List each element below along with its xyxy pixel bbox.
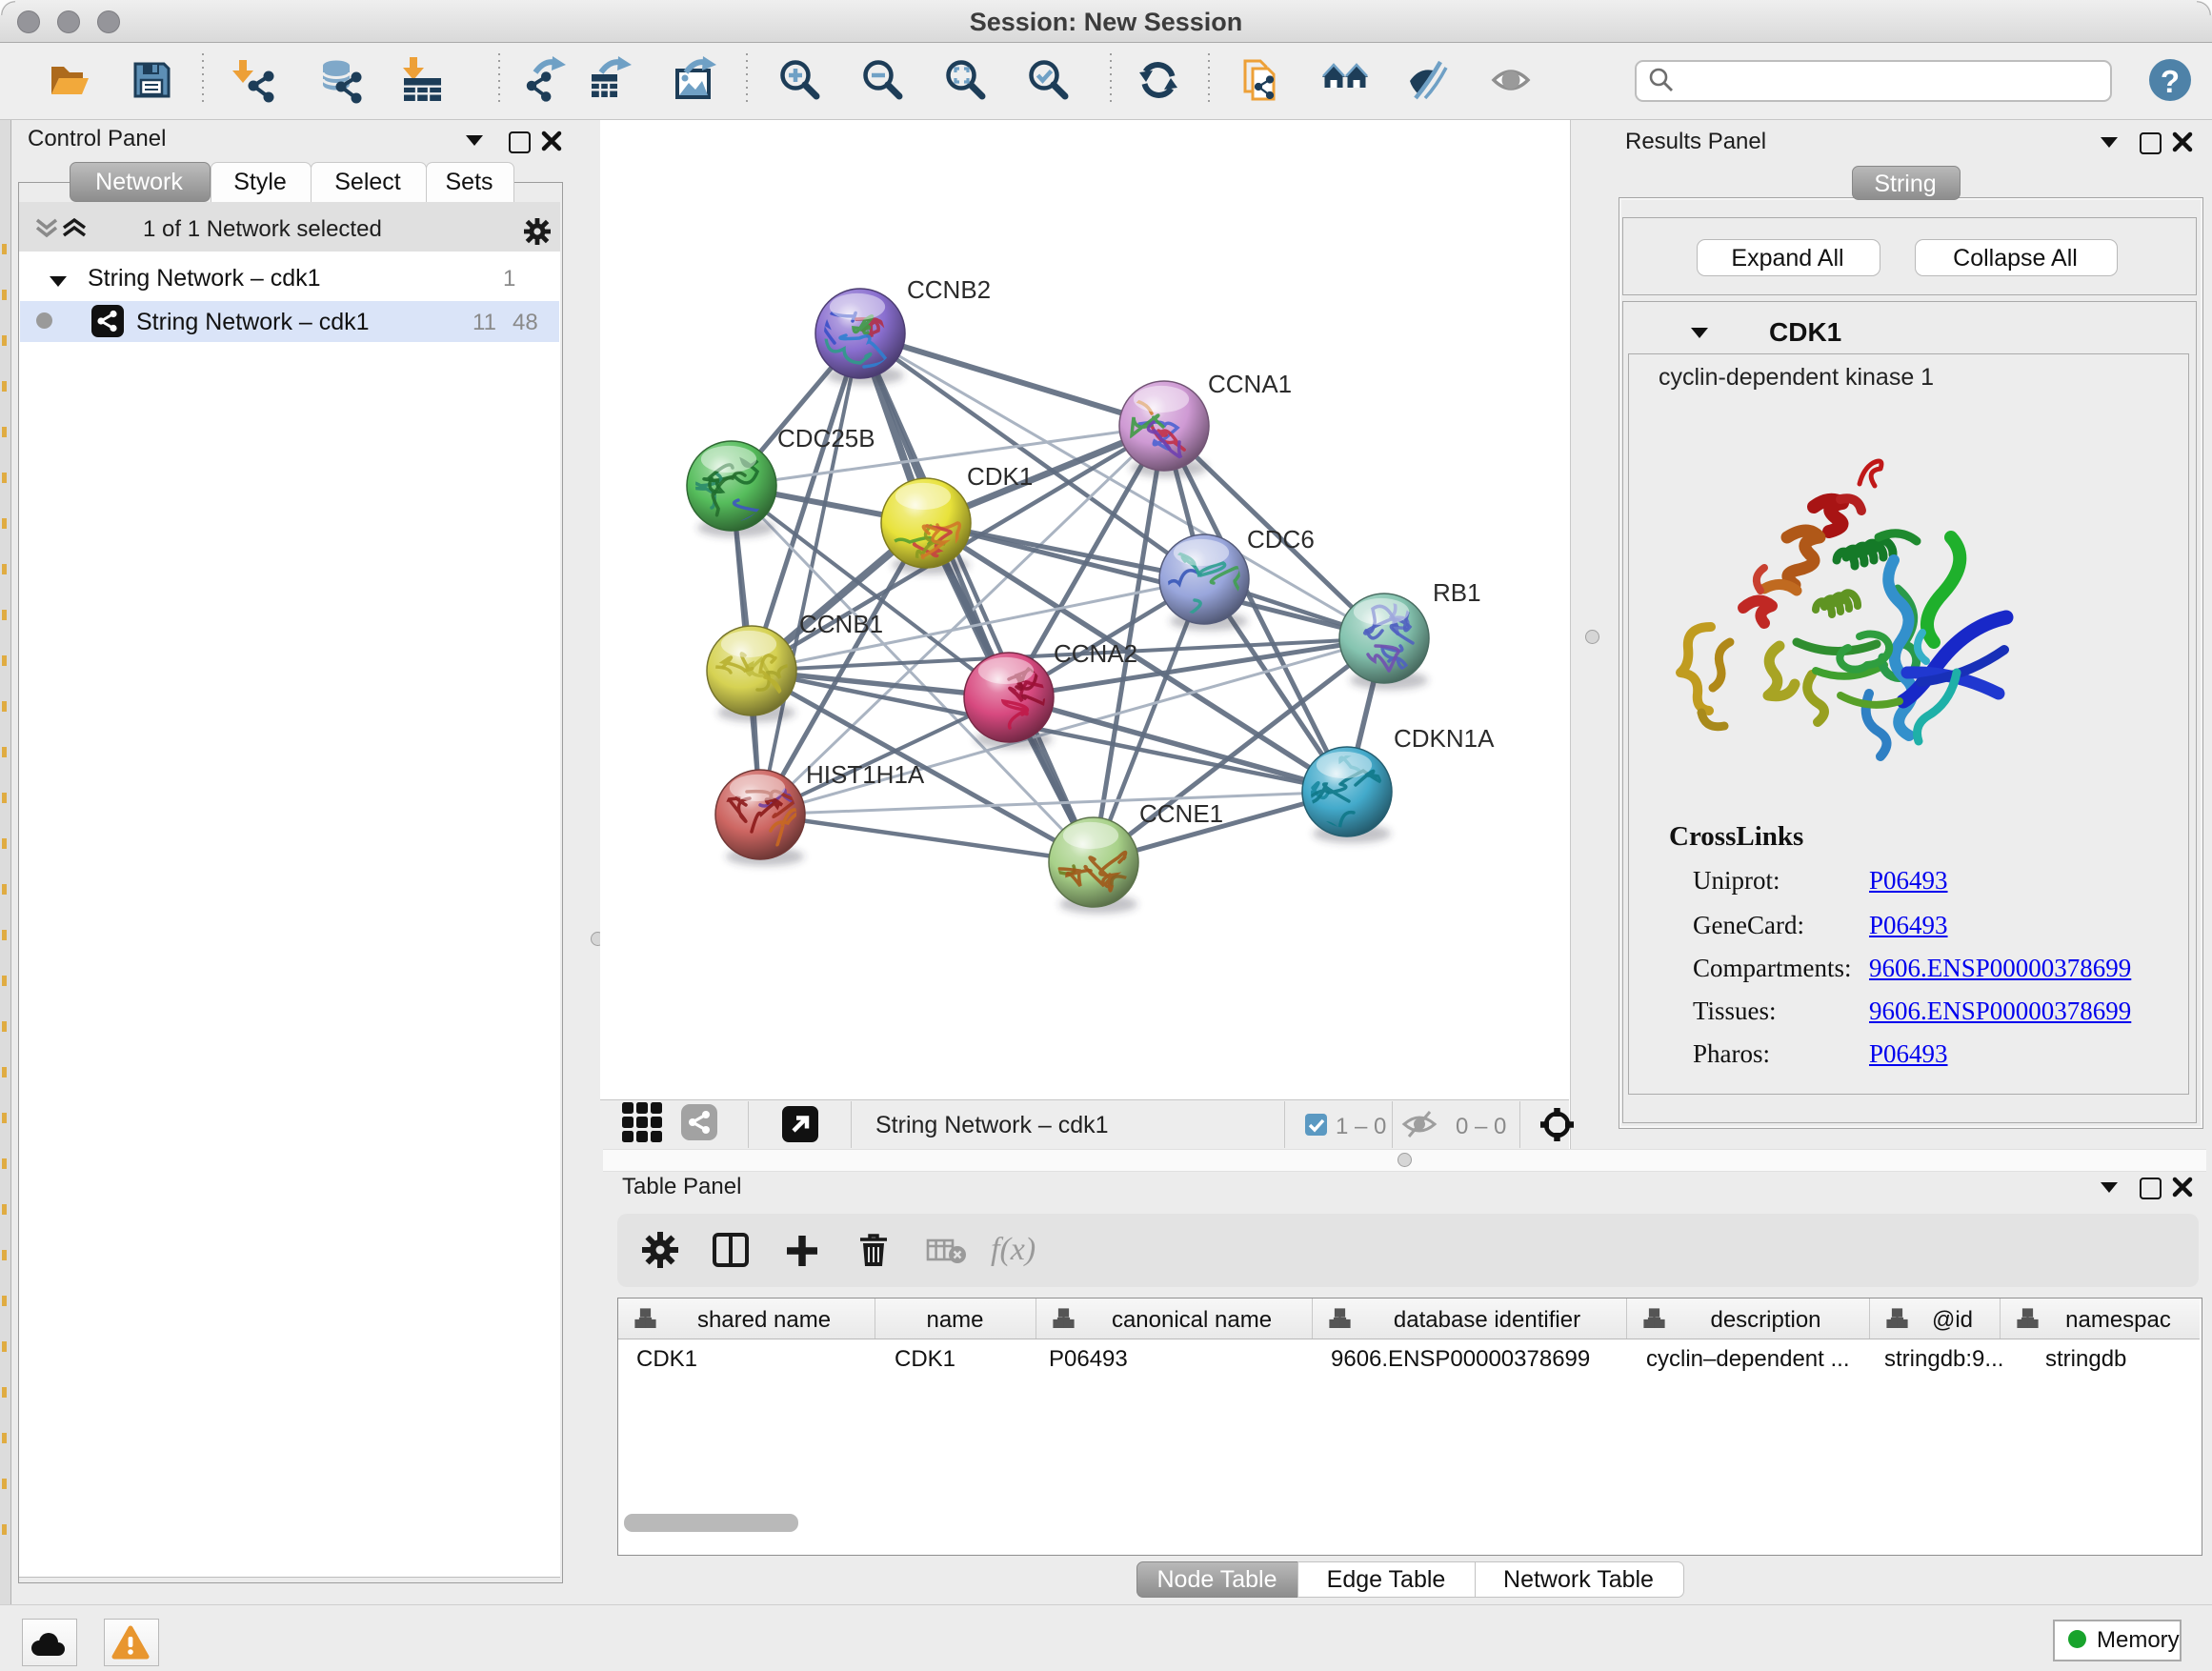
svg-text:HIST1H1A: HIST1H1A: [806, 760, 925, 789]
svg-text:CDC6: CDC6: [1247, 525, 1315, 554]
svg-text:CCNA1: CCNA1: [1208, 370, 1292, 398]
svg-text:CDC25B: CDC25B: [777, 424, 875, 453]
svg-text:CCNB1: CCNB1: [799, 610, 883, 638]
svg-text:CCNA2: CCNA2: [1054, 639, 1137, 668]
svg-text:CDK1: CDK1: [967, 462, 1033, 491]
svg-text:CDKN1A: CDKN1A: [1394, 724, 1495, 753]
svg-text:CCNE1: CCNE1: [1139, 799, 1223, 828]
svg-text:CCNB2: CCNB2: [907, 275, 991, 304]
svg-text:RB1: RB1: [1433, 578, 1481, 607]
